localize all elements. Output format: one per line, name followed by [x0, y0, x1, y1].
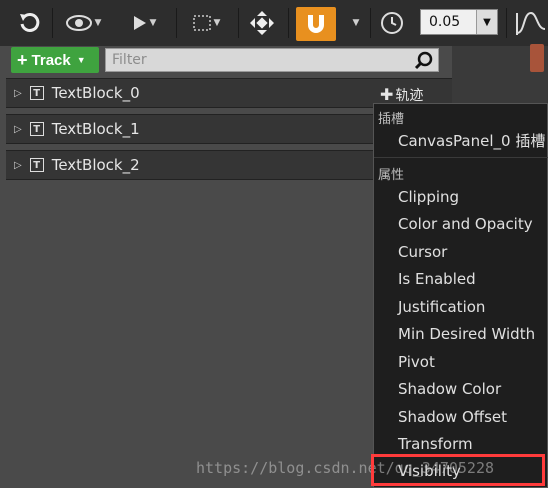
- chevron-down-icon: ▼: [149, 18, 157, 28]
- expand-arrow-icon[interactable]: ▷: [14, 124, 22, 135]
- menu-section-slot: 插槽: [378, 112, 405, 127]
- chevron-down-icon: ▼: [352, 18, 360, 28]
- snap-toggle-button[interactable]: [296, 7, 336, 41]
- timeline-ruler[interactable]: [452, 44, 548, 77]
- menu-item-min-desired-width[interactable]: Min Desired Width: [398, 325, 535, 343]
- sequencer-toolbar: ▼ ▼ ▼ ▼ 0.05 ▼: [0, 0, 548, 46]
- track-name: TextBlock_0: [51, 84, 140, 102]
- add-track-label: 轨迹: [395, 88, 424, 104]
- plus-icon: +: [17, 49, 28, 70]
- add-track-label: Track: [31, 51, 71, 69]
- chevron-down-icon: ▼: [76, 55, 86, 65]
- chevron-down-icon: ▼: [213, 18, 221, 28]
- text-widget-icon: T: [29, 122, 44, 136]
- menu-item-shadow-offset[interactable]: Shadow Offset: [398, 408, 507, 426]
- filter-placeholder: Filter: [112, 52, 147, 68]
- magnet-icon: [308, 15, 324, 33]
- clock-icon: [381, 12, 403, 34]
- toolbar-divider: [288, 8, 289, 38]
- visibility-highlight-box: [371, 454, 545, 486]
- snap-interval-select[interactable]: 0.05 ▼: [420, 9, 498, 35]
- chevron-down-icon[interactable]: ▼: [476, 10, 497, 34]
- menu-item-transform[interactable]: Transform: [398, 435, 473, 453]
- menu-item-clipping[interactable]: Clipping: [398, 188, 459, 206]
- move-arrows-icon: [250, 11, 274, 35]
- menu-item-is-enabled[interactable]: Is Enabled: [398, 270, 476, 288]
- selection-rect-icon: [192, 15, 211, 31]
- plus-icon: ✚: [380, 85, 394, 104]
- menu-section-properties: 属性: [378, 168, 405, 183]
- toolbar-divider: [238, 8, 239, 38]
- undo-icon[interactable]: [14, 8, 46, 38]
- transform-tool-button[interactable]: [246, 8, 278, 38]
- menu-item-canvaspanel-slot[interactable]: CanvasPanel_0 插槽: [398, 130, 545, 151]
- add-property-track-button[interactable]: ✚ 轨迹: [380, 85, 423, 105]
- filter-input[interactable]: Filter: [105, 48, 439, 72]
- toolbar-divider: [370, 8, 371, 38]
- snap-options-button[interactable]: ▼: [344, 8, 366, 38]
- view-options-button[interactable]: ▼: [60, 8, 106, 38]
- menu-item-shadow-color[interactable]: Shadow Color: [398, 380, 501, 398]
- chevron-down-icon: ▼: [94, 18, 102, 28]
- toolbar-divider: [52, 8, 53, 38]
- play-button[interactable]: ▼: [124, 8, 164, 38]
- add-track-button[interactable]: + Track ▼: [11, 47, 99, 73]
- curve-editor-button[interactable]: [512, 8, 548, 38]
- expand-arrow-icon[interactable]: ▷: [14, 160, 22, 171]
- time-snap-button[interactable]: [376, 8, 408, 38]
- toolbar-divider: [176, 8, 177, 38]
- selection-range-button[interactable]: ▼: [184, 8, 228, 38]
- search-icon[interactable]: [414, 51, 434, 75]
- eye-icon: [65, 15, 92, 31]
- text-widget-icon: T: [29, 86, 44, 100]
- playhead-marker[interactable]: [530, 44, 544, 72]
- track-name: TextBlock_2: [51, 156, 140, 174]
- curve-icon: [516, 11, 545, 35]
- text-widget-icon: T: [29, 158, 44, 172]
- toolbar-divider: [506, 8, 507, 38]
- menu-item-color-and-opacity[interactable]: Color and Opacity: [398, 215, 533, 233]
- menu-item-justification[interactable]: Justification: [398, 298, 485, 316]
- track-name: TextBlock_1: [51, 120, 140, 138]
- menu-item-cursor[interactable]: Cursor: [398, 243, 447, 261]
- snap-interval-value: 0.05: [429, 14, 461, 30]
- add-track-dropdown-menu: 插槽 CanvasPanel_0 插槽 属性 Clipping Color an…: [373, 103, 548, 488]
- expand-arrow-icon[interactable]: ▷: [14, 88, 22, 99]
- menu-item-pivot[interactable]: Pivot: [398, 353, 435, 371]
- play-icon: [133, 16, 146, 30]
- menu-divider: [374, 157, 548, 158]
